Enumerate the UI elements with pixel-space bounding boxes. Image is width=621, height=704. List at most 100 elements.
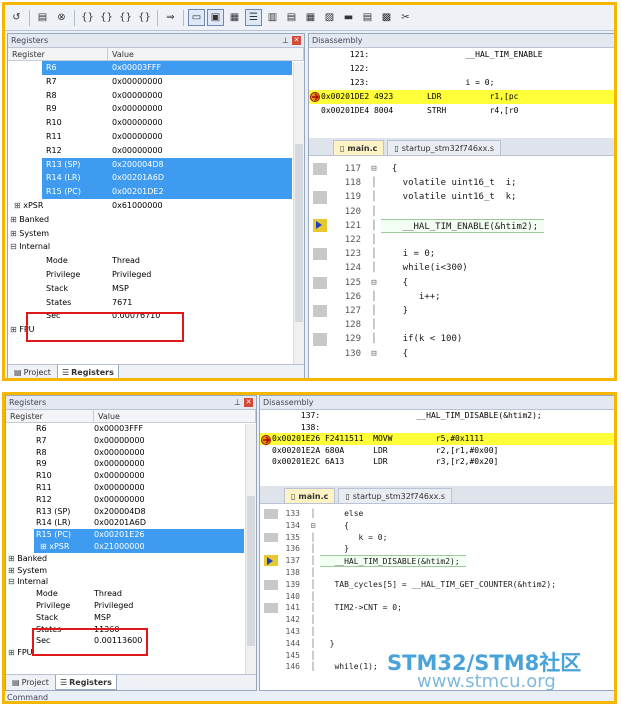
col-register[interactable]: Register	[6, 410, 94, 422]
register-row[interactable]: Privilege Privileged	[8, 268, 304, 282]
breakpoint-gutter[interactable]	[264, 509, 278, 519]
register-row[interactable]: ⊞ xPSR 0x21000000	[34, 540, 244, 553]
code-line[interactable]: 137 │ __HAL_TIM_DISABLE(&htim2);	[260, 555, 614, 567]
pin-icon[interactable]: ⊥	[234, 398, 241, 407]
register-row[interactable]: R6 0x00003FFF	[6, 423, 256, 435]
tab-startup[interactable]: ▯ startup_stm32f746xx.s	[338, 488, 453, 503]
breakpoint-gutter[interactable]	[313, 191, 327, 204]
register-row[interactable]: ⊞ System	[8, 227, 304, 241]
code-line[interactable]: 119 │ volatile uint16_t k;	[309, 190, 614, 204]
code-line[interactable]: 126 │ i++;	[309, 290, 614, 304]
breakpoint-gutter[interactable]	[264, 579, 278, 590]
register-row[interactable]: R7 0x00000000	[6, 435, 256, 447]
memory-window-icon[interactable]: ▦	[302, 9, 319, 26]
col-register[interactable]: Register	[8, 48, 108, 60]
serial-window-icon[interactable]: ▧	[321, 9, 338, 26]
register-row[interactable]: R14 (LR) 0x00201A6D	[42, 171, 292, 186]
code-line[interactable]: 128 │	[309, 318, 614, 332]
code-line[interactable]: 124 │ while(i<300)	[309, 261, 614, 275]
watch-window-icon[interactable]: ▤	[283, 9, 300, 26]
disasm-line[interactable]: 0x00201E26 F2411511 MOVW r5,#0x1111	[260, 433, 614, 445]
disasm-line[interactable]: 121: __HAL_TIM_ENABLE	[309, 48, 614, 62]
register-row[interactable]: R14 (LR) 0x00201A6D	[6, 517, 256, 529]
expand-icon[interactable]: ⊞	[8, 566, 17, 575]
register-row[interactable]: R13 (SP) 0x200004D8	[6, 506, 256, 518]
register-row[interactable]: ⊞ Banked	[8, 213, 304, 227]
register-row[interactable]: Mode Thread	[6, 588, 256, 600]
expand-icon[interactable]: ⊞	[10, 229, 19, 238]
expand-icon[interactable]: ⊞	[40, 542, 49, 551]
code-editor[interactable]: 117 ⊟ {118 │ volatile uint16_t i; 119 │ vola…	[309, 158, 614, 378]
register-row[interactable]: R6 0x00003FFF	[42, 61, 292, 75]
code-line[interactable]: 139 │ TAB_cycles[5] = __HAL_TIM_GET_COUNT…	[260, 579, 614, 591]
code-line[interactable]: 120 │	[309, 205, 614, 219]
register-row[interactable]: R13 (SP) 0x200004D8	[42, 157, 292, 172]
step-out-icon[interactable]: {}	[117, 9, 134, 26]
show-next-statement-icon[interactable]: ⇒	[162, 9, 179, 26]
breakpoint-gutter[interactable]	[313, 248, 327, 261]
code-line[interactable]: 127 │ }	[309, 304, 614, 318]
code-line[interactable]: 143 │	[260, 626, 614, 638]
disassembly-view[interactable]: 121: __HAL_TIM_ENABLE 122: 123: i = 0; 0x…	[309, 48, 614, 138]
register-row[interactable]: Stack MSP	[8, 282, 304, 296]
code-line[interactable]: 123 │ i = 0;	[309, 247, 614, 261]
disassembly-window-icon[interactable]: ▣	[207, 9, 224, 26]
symbols-window-icon[interactable]: ▦	[226, 9, 243, 26]
register-row[interactable]: ⊞ xPSR 0x61000000	[8, 199, 304, 213]
code-line[interactable]: 130 ⊟ {	[309, 347, 614, 361]
code-line[interactable]: 125 ⊟ {	[309, 276, 614, 290]
register-row[interactable]: R8 0x00000000	[6, 447, 256, 459]
code-line[interactable]: 138 │	[260, 567, 614, 579]
code-line[interactable]: 117 ⊟ {	[309, 162, 614, 176]
fold-marker[interactable]: ⊟	[367, 276, 381, 290]
col-value[interactable]: Value	[94, 410, 256, 422]
registers-scrollbar[interactable]	[245, 424, 256, 674]
run-icon[interactable]: ▤	[34, 9, 51, 26]
step-over-icon[interactable]: {}	[98, 9, 115, 26]
call-stack-icon[interactable]: ▥	[264, 9, 281, 26]
tab-registers[interactable]: ☰ Registers	[56, 365, 119, 378]
register-row[interactable]: Privilege Privileged	[6, 600, 256, 612]
code-line[interactable]: 134 ⊟ {	[260, 520, 614, 532]
register-row[interactable]: R8 0x00000000	[8, 89, 304, 103]
code-line[interactable]: 118 │ volatile uint16_t i;	[309, 176, 614, 190]
register-row[interactable]: R15 (PC) 0x00201DE2	[42, 185, 292, 199]
fold-marker[interactable]: ⊟	[306, 520, 320, 532]
disasm-line[interactable]: 123: i = 0;	[309, 76, 614, 90]
register-row[interactable]: ⊟ Internal	[6, 576, 256, 588]
code-line[interactable]: 133 │ else	[260, 508, 614, 520]
register-row[interactable]: R10 0x00000000	[8, 116, 304, 130]
fold-marker[interactable]: ⊟	[367, 162, 381, 176]
code-line[interactable]: 140 │	[260, 591, 614, 603]
registers-window-icon[interactable]: ☰	[245, 9, 262, 26]
register-row[interactable]: R9 0x00000000	[8, 102, 304, 116]
expand-icon[interactable]: ⊟	[10, 242, 19, 251]
system-viewer-icon[interactable]: ▩	[378, 9, 395, 26]
registers-scrollbar[interactable]	[293, 62, 304, 364]
trace-window-icon[interactable]: ▤	[359, 9, 376, 26]
reset-icon[interactable]: ↺	[8, 9, 25, 26]
code-line[interactable]: 136 │ }	[260, 543, 614, 555]
register-row[interactable]: R11 0x00000000	[6, 482, 256, 494]
code-line[interactable]: 142 │	[260, 614, 614, 626]
col-value[interactable]: Value	[108, 48, 304, 60]
tab-main-c[interactable]: ▯ main.c	[333, 140, 385, 155]
code-line[interactable]: 122 │	[309, 233, 614, 247]
disasm-line[interactable]: 137: __HAL_TIM_DISABLE(&htim2);	[260, 410, 614, 422]
breakpoint-gutter[interactable]	[313, 305, 327, 318]
expand-icon[interactable]: ⊞	[10, 215, 19, 224]
register-row[interactable]: R10 0x00000000	[6, 470, 256, 482]
register-row[interactable]: ⊞ System	[6, 565, 256, 577]
close-icon[interactable]: ✕	[292, 36, 301, 45]
breakpoint-gutter[interactable]	[264, 532, 278, 543]
register-row[interactable]: R9 0x00000000	[6, 458, 256, 470]
register-row[interactable]: R12 0x00000000	[6, 494, 256, 506]
disasm-line[interactable]: 122:	[309, 62, 614, 76]
tab-project[interactable]: ▤ Project	[8, 675, 53, 690]
fold-marker[interactable]: ⊟	[367, 347, 381, 361]
register-row[interactable]: R11 0x00000000	[8, 130, 304, 144]
disasm-line[interactable]: 0x00201E2A 680A LDR r2,[r1,#0x00]	[260, 445, 614, 457]
disasm-line[interactable]: 0x00201DE2 4923 LDR r1,[pc	[309, 90, 614, 104]
register-row[interactable]: ⊟ Internal	[8, 240, 304, 254]
code-line[interactable]: 129 │ if(k < 100)	[309, 332, 614, 346]
